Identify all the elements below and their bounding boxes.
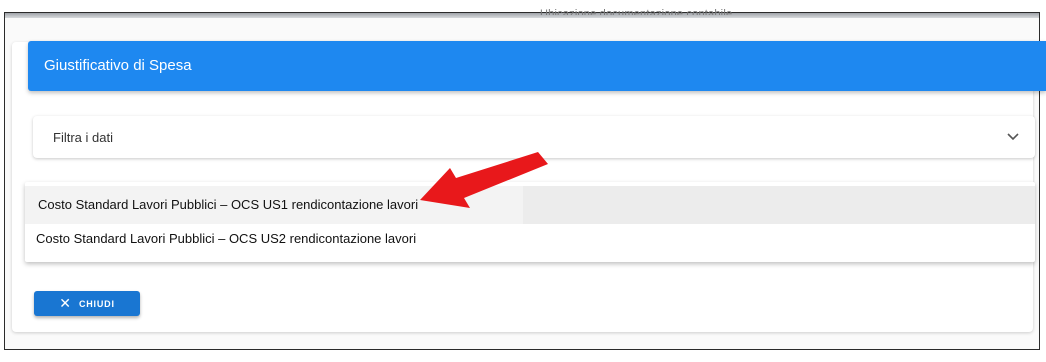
close-icon: ✕ <box>59 295 71 312</box>
top-strip <box>5 13 1039 18</box>
dropdown-option-us2[interactable]: Costo Standard Lavori Pubblici – OCS US2… <box>25 220 523 258</box>
page-title: Giustificativo di Spesa <box>44 57 192 74</box>
cut-heading: Ubicazione documentazione contabile <box>540 8 733 15</box>
close-button-label: CHIUDI <box>78 298 115 309</box>
close-button[interactable]: ✕ CHIUDI <box>34 291 140 316</box>
red-arrow-annotation <box>420 152 548 208</box>
option-highlight-extension <box>523 186 1035 224</box>
filter-label: Filtra i dati <box>53 130 113 145</box>
card-header: Giustificativo di Spesa <box>28 41 1046 91</box>
chevron-down-icon[interactable] <box>1005 128 1021 144</box>
